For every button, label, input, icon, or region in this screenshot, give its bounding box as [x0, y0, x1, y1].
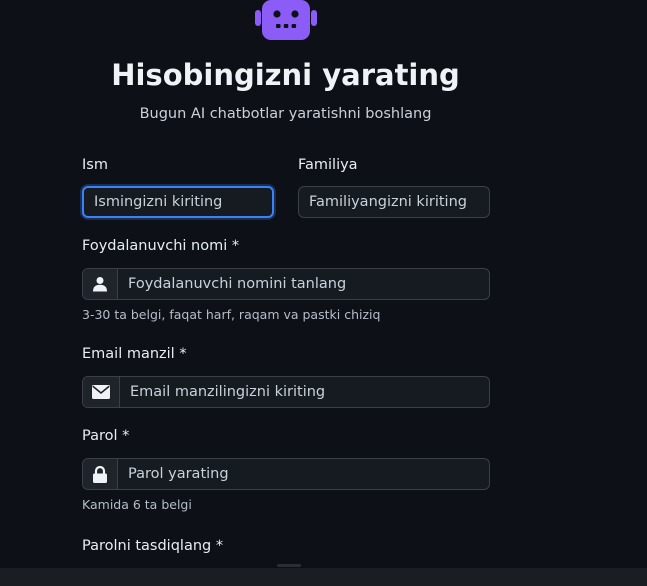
page-title: Hisobingizni yarating	[111, 58, 460, 92]
username-field[interactable]: Foydalanuvchi nomini tanlang	[82, 268, 490, 300]
password-hint: Kamida 6 ta belgi	[82, 497, 192, 512]
envelope-icon	[83, 377, 120, 407]
page-subtitle: Bugun AI chatbotlar yaratishni boshlang	[139, 106, 432, 122]
scroll-handle	[277, 564, 301, 567]
email-field[interactable]: Email manzilingizni kiriting	[82, 376, 490, 408]
email-label: Email manzil *	[82, 346, 187, 362]
last-name-input[interactable]: Familiyangizni kiriting	[298, 186, 490, 218]
lock-icon	[83, 459, 118, 489]
bottom-bar	[0, 568, 647, 586]
last-name-placeholder: Familiyangizni kiriting	[309, 194, 467, 210]
user-icon	[83, 269, 118, 299]
password-field[interactable]: Parol yarating	[82, 458, 490, 490]
last-name-label: Familiya	[298, 157, 358, 173]
confirm-password-label: Parolni tasdiqlang *	[82, 538, 224, 554]
username-input[interactable]: Foydalanuvchi nomini tanlang	[118, 269, 489, 299]
username-label: Foydalanuvchi nomi *	[82, 238, 240, 254]
password-label: Parol *	[82, 428, 130, 444]
robot-icon	[255, 0, 317, 40]
username-hint: 3-30 ta belgi, faqat harf, raqam va past…	[82, 307, 381, 322]
first-name-label: Ism	[82, 157, 108, 173]
first-name-placeholder: Ismingizni kiriting	[94, 194, 223, 210]
email-input[interactable]: Email manzilingizni kiriting	[120, 377, 489, 407]
password-input[interactable]: Parol yarating	[118, 459, 489, 489]
first-name-input[interactable]: Ismingizni kiriting	[82, 186, 274, 218]
